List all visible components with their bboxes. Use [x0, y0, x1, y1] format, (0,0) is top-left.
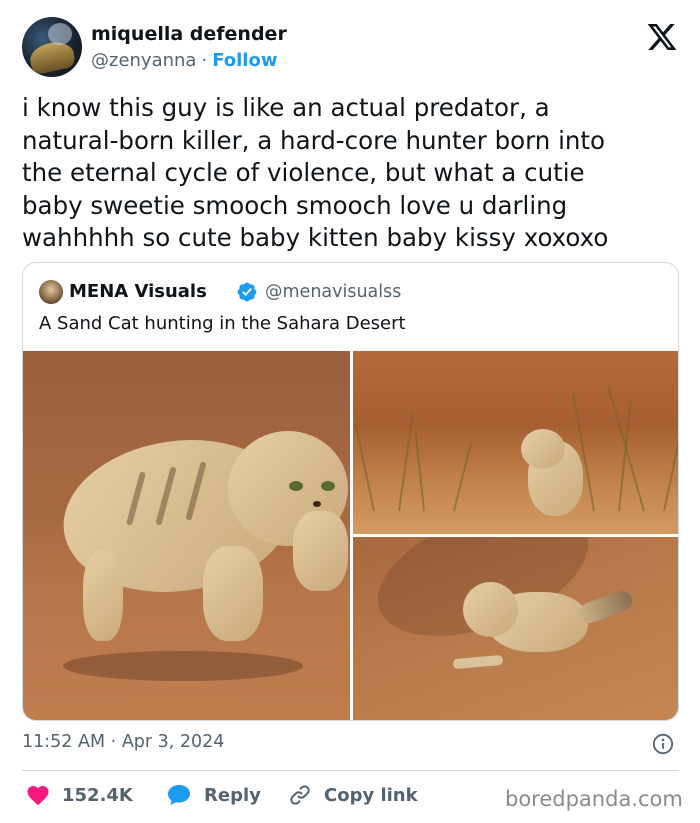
tweet-text: i know this guy is like an actual predat…: [22, 92, 662, 255]
reply-button[interactable]: Reply: [166, 781, 261, 809]
sand-cat-photo-grass[interactable]: [353, 351, 678, 534]
tweet-text-line: wahhhhh so cute baby kitten baby kissy x…: [22, 223, 609, 252]
verified-badge-icon: [237, 282, 257, 302]
like-button[interactable]: 152.4K: [26, 781, 133, 809]
meta-separator: ·: [201, 50, 208, 71]
like-count: 152.4K: [62, 784, 133, 806]
tweet-text-line: natural-born killer, a hard-core hunter …: [22, 125, 606, 155]
info-icon[interactable]: [652, 733, 674, 755]
quoted-author-avatar[interactable]: [39, 280, 63, 304]
timestamp-separator: ·: [110, 732, 117, 752]
speech-bubble-icon: [168, 785, 190, 805]
x-logo-icon[interactable]: [646, 21, 678, 53]
tweet-header: miquella defender @zenyanna · Follow: [22, 17, 682, 79]
copy-link-label: Copy link: [324, 784, 418, 806]
tweet-timestamp[interactable]: 11:52 AM · Apr 3, 2024: [22, 732, 224, 752]
media-grid: [23, 351, 678, 720]
author-meta: @zenyanna · Follow: [91, 50, 277, 71]
divider: [22, 770, 679, 771]
watermark: boredpanda.com: [505, 787, 683, 811]
heart-icon: [27, 786, 49, 806]
quoted-tweet[interactable]: MENA Visuals @menavisualss A Sand Cat hu…: [22, 262, 679, 721]
sand-cat-photo-stalking[interactable]: [23, 351, 350, 720]
tweet-date: Apr 3, 2024: [121, 732, 225, 752]
tweet-time: 11:52 AM: [22, 732, 106, 752]
quoted-tweet-text: A Sand Cat hunting in the Sahara Desert: [39, 313, 406, 334]
link-icon: [290, 785, 310, 805]
author-avatar[interactable]: [22, 17, 82, 77]
copy-link-button[interactable]: Copy link: [288, 781, 418, 809]
quoted-tweet-header: MENA Visuals @menavisualss: [39, 279, 659, 305]
author-name[interactable]: miquella defender: [91, 23, 287, 45]
tweet-text-line: the eternal cycle of violence, but what …: [22, 158, 585, 187]
author-handle[interactable]: @zenyanna: [91, 50, 196, 71]
follow-button[interactable]: Follow: [212, 50, 277, 71]
tweet-text-line: baby sweetie smooch smooch love u darlin…: [22, 190, 568, 220]
tweet-text-line: i know this guy is like an actual predat…: [22, 93, 550, 122]
quoted-author-name[interactable]: MENA Visuals: [69, 281, 207, 302]
reply-label: Reply: [204, 784, 261, 806]
sand-cat-photo-prey[interactable]: [353, 537, 678, 720]
quoted-author-handle[interactable]: @menavisualss: [265, 282, 401, 302]
